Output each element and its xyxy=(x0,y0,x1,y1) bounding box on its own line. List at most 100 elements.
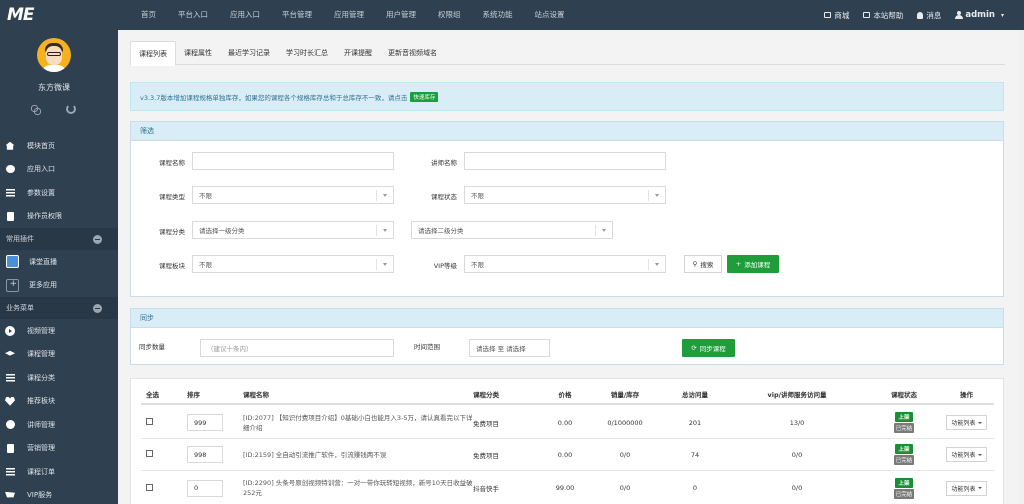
main-content: 课程列表 课程属性 最近学习记录 学习时长汇总 开课提醒 更新音视频域名 v3.… xyxy=(118,30,1024,504)
col-select-all[interactable]: 全选 xyxy=(141,389,187,399)
row-checkbox[interactable] xyxy=(146,483,153,491)
sync-panel-title: 同步 xyxy=(131,309,1003,328)
add-course-button[interactable]: + 添加课程 xyxy=(727,255,779,273)
profile: 东方微课 xyxy=(0,30,118,126)
nav-platform-manage[interactable]: 平台管理 xyxy=(271,0,323,30)
time-range-picker[interactable]: 请选择 至 请选择 xyxy=(469,339,550,357)
sidebar-item-recommend[interactable]: 推荐板块 xyxy=(0,390,118,414)
live-app-icon xyxy=(5,255,19,269)
status-badge[interactable]: 上架 xyxy=(895,477,913,488)
sidebar-item-label: 模块首页 xyxy=(27,141,55,150)
search-button[interactable]: ⚲ 搜索 xyxy=(684,255,722,273)
actions-dropdown[interactable]: 功能列表 xyxy=(946,447,987,462)
row-checkbox[interactable] xyxy=(146,418,153,425)
category-level1-select[interactable]: 请选择一级分类 xyxy=(192,221,394,239)
sidebar-item-live-class[interactable]: 课堂直播 xyxy=(0,250,118,274)
nav-home[interactable]: 首页 xyxy=(118,0,167,30)
course-status-select[interactable]: 不限 xyxy=(464,186,666,204)
col-category: 课程分类 xyxy=(473,391,499,399)
status-badge[interactable]: 上架 xyxy=(895,444,913,454)
sidebar-item-label: 应用入口 xyxy=(27,165,55,174)
chat-icon xyxy=(5,165,15,174)
course-table: 全选 排序 课程名称 课程分类 价格 销量/库存 总访问量 vip/讲师服务访问… xyxy=(130,378,1004,504)
teacher-name-input[interactable] xyxy=(464,152,666,170)
avatar[interactable] xyxy=(37,38,71,72)
sidebar-item-vip-service[interactable]: VIP服务 xyxy=(0,484,118,504)
nav-permissions[interactable]: 权限组 xyxy=(427,0,472,30)
quick-stock-button[interactable]: 快速库存 xyxy=(410,91,439,102)
sidebar-item-app-entry[interactable]: 应用入口 xyxy=(0,158,118,182)
sync-course-button[interactable]: ⟳ 同步课程 xyxy=(682,339,735,357)
sort-input[interactable]: 998 xyxy=(187,446,223,463)
marketing-icon xyxy=(6,443,14,453)
course-name-input[interactable] xyxy=(192,152,394,170)
table-row: 999 [ID:2077] 【知识付费项目介绍】0基础小白也能月入3-5万，请认… xyxy=(141,407,994,439)
row-checkbox[interactable] xyxy=(146,450,153,457)
document-icon xyxy=(6,211,14,221)
status-badge[interactable]: 上架 xyxy=(895,412,913,422)
nav-user-manage[interactable]: 用户管理 xyxy=(375,0,427,30)
sidebar-item-more-apps[interactable]: 更多应用 xyxy=(0,274,118,298)
col-actions: 操作 xyxy=(960,391,973,399)
course-name: [ID:2159] 全自动引流推广软件，引流赚钱两不误 xyxy=(243,450,387,459)
play-icon xyxy=(5,325,15,336)
sidebar-item-teacher-manage[interactable]: 讲师管理 xyxy=(0,413,118,437)
actions-label: 功能列表 xyxy=(951,420,976,427)
nav-platform-entry[interactable]: 平台入口 xyxy=(167,0,219,30)
sidebar-item-course-category[interactable]: 课程分类 xyxy=(0,366,118,390)
nav-system[interactable]: 系统功能 xyxy=(472,0,524,30)
refresh-icon[interactable] xyxy=(66,104,76,114)
col-sort: 排序 xyxy=(187,391,200,399)
actions-dropdown[interactable]: 功能列表 xyxy=(946,415,987,430)
course-visits: 0 xyxy=(692,484,698,492)
vip-level-label: VIP等级 xyxy=(433,262,457,270)
category-level2-select[interactable]: 请选择二级分类 xyxy=(411,221,613,239)
link-icon[interactable] xyxy=(30,104,41,115)
tab-study-duration[interactable]: 学习时长汇总 xyxy=(278,41,336,65)
messages-link[interactable]: 消息 xyxy=(917,10,941,21)
sidebar-item-label: 更多应用 xyxy=(29,281,57,290)
top-navbar: ME 首页 平台入口 应用入口 平台管理 应用管理 用户管理 权限组 系统功能 … xyxy=(0,0,1024,30)
vip-level-select[interactable]: 不限 xyxy=(464,255,666,273)
shop-link[interactable]: 商城 xyxy=(824,10,849,21)
sort-input[interactable]: 999 xyxy=(187,414,223,431)
course-block-select[interactable]: 不限 xyxy=(192,255,394,273)
sidebar-item-label: 操作员权限 xyxy=(27,212,62,221)
sidebar-item-operator-permissions[interactable]: 操作员权限 xyxy=(0,205,118,229)
sidebar-item-video-manage[interactable]: 视频管理 xyxy=(0,319,118,343)
sidebar-item-label: 营销管理 xyxy=(27,444,55,453)
tab-recent-records[interactable]: 最近学习记录 xyxy=(220,41,278,65)
tab-course-attributes[interactable]: 课程属性 xyxy=(176,41,220,65)
tab-course-list[interactable]: 课程列表 xyxy=(130,41,176,66)
sidebar-item-label: 参数设置 xyxy=(27,188,55,197)
tab-class-reminder[interactable]: 开课提醒 xyxy=(336,41,380,65)
nav-app-entry[interactable]: 应用入口 xyxy=(219,0,271,30)
refresh-icon: ⟳ xyxy=(691,344,697,352)
tab-update-media-domain[interactable]: 更新音视频域名 xyxy=(380,41,445,65)
caret-down-icon: ▾ xyxy=(1000,11,1004,19)
nav-site-settings[interactable]: 站点设置 xyxy=(524,0,576,30)
nav-app-manage[interactable]: 应用管理 xyxy=(323,0,375,30)
sidebar-item-label: 讲师管理 xyxy=(27,420,55,429)
sidebar-item-module-home[interactable]: 模块首页 xyxy=(0,134,118,158)
actions-label: 功能列表 xyxy=(951,485,976,493)
user-menu[interactable]: admin ▾ xyxy=(955,10,1004,20)
sidebar-item-marketing[interactable]: 营销管理 xyxy=(0,437,118,461)
sidebar-item-label: 课堂直播 xyxy=(29,257,57,266)
page-scrollbar[interactable] xyxy=(1018,30,1024,504)
sidebar-item-course-orders[interactable]: 课程订单 xyxy=(0,460,118,484)
group-common-plugins[interactable]: 常用插件 xyxy=(0,228,118,250)
sort-input[interactable]: 0 xyxy=(187,479,223,497)
help-link[interactable]: 本站帮助 xyxy=(863,10,903,21)
sidebar-item-settings[interactable]: 参数设置 xyxy=(0,181,118,205)
course-type-select[interactable]: 不限 xyxy=(192,186,394,204)
group-business-menu[interactable]: 业务菜单 xyxy=(0,297,118,319)
sidebar-item-course-manage[interactable]: 课程管理 xyxy=(0,343,118,367)
course-vip-visits: 0/0 xyxy=(791,450,803,459)
top-right-menu: 商城 本站帮助 消息 admin ▾ xyxy=(824,0,1004,30)
sync-count-input[interactable]: （建议十条内） xyxy=(200,339,394,357)
actions-dropdown[interactable]: 功能列表 xyxy=(946,480,987,496)
course-price: 0.00 xyxy=(557,418,573,427)
logo[interactable]: ME xyxy=(0,0,118,30)
course-price: 99.00 xyxy=(555,484,575,492)
